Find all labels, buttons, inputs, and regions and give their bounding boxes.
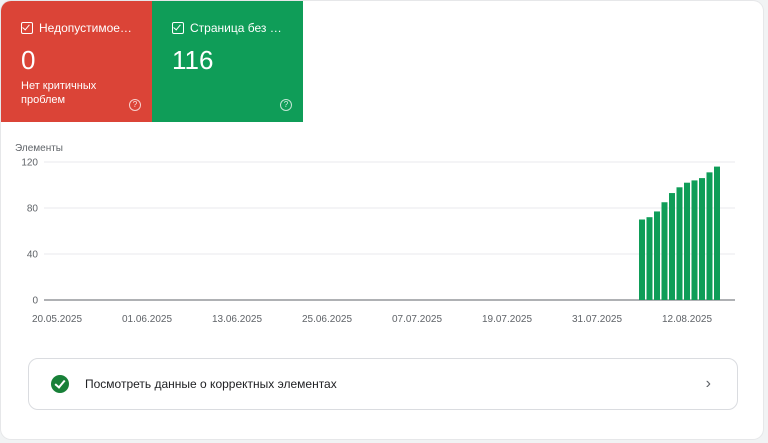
x-tick-label: 13.06.2025 xyxy=(212,314,262,325)
chart-bar xyxy=(661,202,668,300)
help-circle-icon[interactable]: ? xyxy=(280,99,292,111)
x-tick-label: 19.07.2025 xyxy=(482,314,532,325)
chart-bar xyxy=(654,211,660,300)
y-tick-label: 40 xyxy=(27,250,39,261)
x-tick-label: 31.07.2025 xyxy=(572,314,622,325)
elements-bar-chart: 0 40 80 120 20.05.2025 01.06.2025 13.06.2025 25… xyxy=(21,158,735,325)
checkbox-checked-icon[interactable] xyxy=(21,22,33,34)
view-valid-items-label: Посмотреть данные о корректных элементах xyxy=(85,377,337,391)
x-tick-label: 20.05.2025 xyxy=(32,314,82,325)
invalid-subtitle: Нет критичных проблем xyxy=(21,80,97,106)
chart-bar xyxy=(691,180,698,300)
chart-bar xyxy=(699,178,705,300)
chart-bar xyxy=(714,166,720,300)
chart-bar xyxy=(684,182,690,300)
valid-tile-title: Страница без ош... xyxy=(190,21,283,35)
check-circle-icon xyxy=(51,375,69,393)
invalid-tile-title: Недопустимое з... xyxy=(39,21,132,35)
y-tick-label: 0 xyxy=(32,296,38,307)
help-circle-icon[interactable]: ? xyxy=(129,99,141,111)
y-tick-label: 80 xyxy=(27,204,39,215)
valid-count: 116 xyxy=(172,45,214,75)
x-tick-label: 12.08.2025 xyxy=(662,314,712,325)
chart-bar xyxy=(639,219,645,300)
chart-bar xyxy=(669,193,675,300)
chart-bar xyxy=(676,187,683,300)
chevron-right-icon: › xyxy=(705,375,711,392)
invalid-tile[interactable]: Недопустимое з... 0 Нет критичных пробле… xyxy=(1,1,152,122)
view-valid-items-link[interactable]: Посмотреть данные о корректных элементах… xyxy=(28,358,738,410)
chart-bar xyxy=(646,217,653,300)
report-card: Недопустимое з... 0 Нет критичных пробле… xyxy=(1,1,763,439)
checkbox-checked-icon[interactable] xyxy=(172,22,184,34)
chart-bar xyxy=(706,172,713,300)
x-tick-label: 07.07.2025 xyxy=(392,314,442,325)
valid-tile[interactable]: Страница без ош... 116 ? xyxy=(152,1,303,122)
invalid-count: 0 xyxy=(21,45,36,75)
x-tick-label: 25.06.2025 xyxy=(302,314,352,325)
y-tick-label: 120 xyxy=(21,158,38,169)
x-tick-label: 01.06.2025 xyxy=(122,314,172,325)
